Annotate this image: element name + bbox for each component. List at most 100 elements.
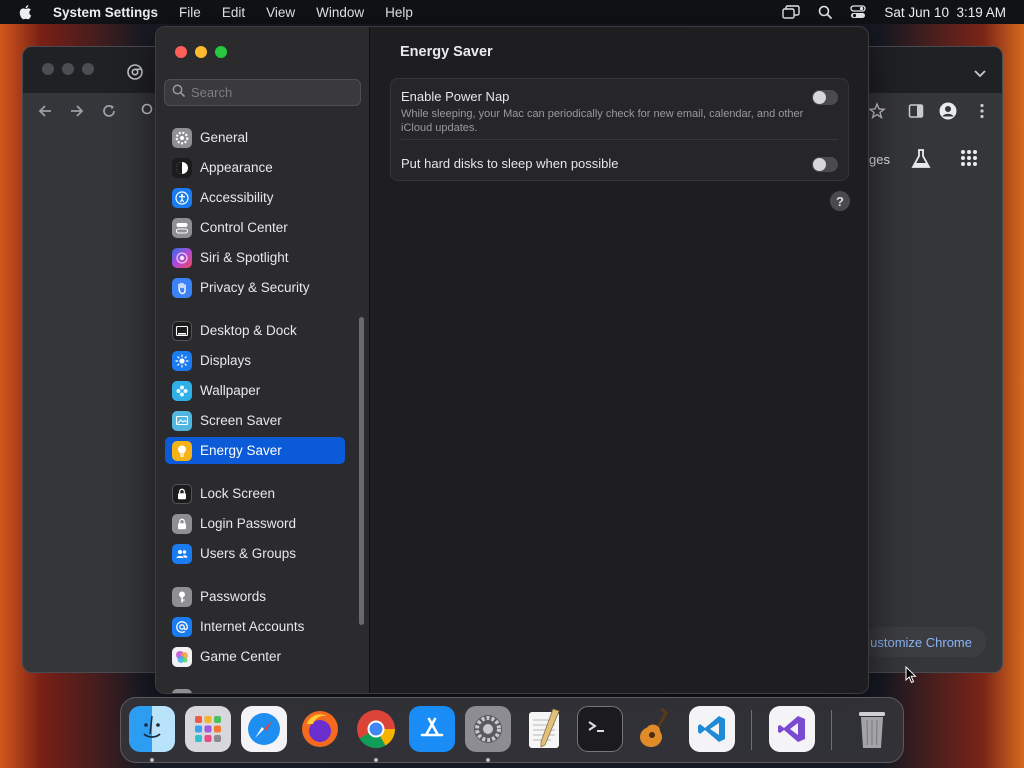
at-icon bbox=[172, 616, 192, 637]
search-icon bbox=[172, 84, 185, 102]
sidebar-item-label: Displays bbox=[200, 353, 252, 368]
firefox-icon[interactable] bbox=[297, 706, 343, 752]
sun-icon bbox=[172, 350, 192, 371]
menu-clock[interactable]: Sat Jun 10 3:19 AM bbox=[884, 5, 1006, 20]
system-settings-icon[interactable] bbox=[465, 706, 511, 752]
screen-saver-icon bbox=[172, 410, 192, 431]
chrome-close-button[interactable] bbox=[42, 63, 54, 75]
sidebar-item-accessibility[interactable]: Accessibility bbox=[165, 184, 345, 211]
vscode-icon[interactable] bbox=[689, 706, 735, 752]
sidebar-item-label: Game Center bbox=[200, 649, 282, 664]
sidebar-item-game-center[interactable]: Game Center bbox=[165, 643, 345, 670]
sidebar-scrollbar[interactable] bbox=[359, 317, 364, 625]
menu-bar: System Settings File Edit View Window He… bbox=[0, 0, 1024, 24]
sidebar-item-energy-saver[interactable]: Energy Saver bbox=[165, 437, 345, 464]
power-nap-title: Enable Power Nap bbox=[401, 89, 510, 104]
dock bbox=[120, 697, 904, 763]
sidebar-item-wallpaper[interactable]: Wallpaper bbox=[165, 377, 345, 404]
wallpaper-icon bbox=[172, 380, 192, 401]
energy-saver-pane: Energy Saver Enable Power Nap While slee… bbox=[370, 27, 868, 693]
sidebar-item-general[interactable]: General bbox=[165, 124, 345, 151]
sidebar-item-partial[interactable] bbox=[165, 685, 345, 693]
help-button[interactable]: ? bbox=[830, 191, 850, 211]
sidebar-item-users-groups[interactable]: Users & Groups bbox=[165, 540, 345, 567]
sidebar-item-appearance[interactable]: Appearance bbox=[165, 154, 345, 181]
garageband-icon[interactable] bbox=[633, 706, 679, 752]
spotlight-search-icon[interactable] bbox=[818, 5, 833, 19]
omnibox-search-icon[interactable] bbox=[141, 103, 155, 122]
safari-icon[interactable] bbox=[241, 706, 287, 752]
apple-menu-icon[interactable] bbox=[18, 4, 36, 20]
chrome-zoom-button[interactable] bbox=[82, 63, 94, 75]
close-button[interactable] bbox=[175, 46, 187, 58]
sidebar-item-screen-saver[interactable]: Screen Saver bbox=[165, 407, 345, 434]
sidebar-item-label: Users & Groups bbox=[200, 546, 297, 561]
launchpad-icon[interactable] bbox=[185, 706, 231, 752]
chevron-down-icon[interactable] bbox=[974, 65, 986, 83]
system-settings-window: General Appearance Accessibility Control… bbox=[155, 26, 869, 694]
menu-view[interactable]: View bbox=[266, 5, 295, 20]
search-field[interactable] bbox=[164, 79, 361, 106]
sidebar-item-label: Control Center bbox=[200, 220, 288, 235]
chrome-icon[interactable] bbox=[353, 706, 399, 752]
screen-mirroring-icon[interactable] bbox=[782, 5, 801, 19]
hand-icon bbox=[172, 277, 192, 298]
mouse-pointer-icon bbox=[905, 665, 917, 689]
power-nap-description: While sleeping, your Mac can periodicall… bbox=[401, 108, 804, 134]
customize-chrome-label: ustomize Chrome bbox=[870, 634, 972, 650]
lightbulb-icon bbox=[172, 440, 192, 461]
sidebar-item-siri-spotlight[interactable]: Siri & Spotlight bbox=[165, 244, 345, 271]
sidebar-item-passwords[interactable]: Passwords bbox=[165, 583, 345, 610]
menu-app-name[interactable]: System Settings bbox=[53, 5, 158, 20]
sidebar-item-label: Accessibility bbox=[200, 190, 274, 205]
sidebar-item-desktop-dock[interactable]: Desktop & Dock bbox=[165, 317, 345, 344]
appearance-icon bbox=[172, 157, 192, 178]
sidebar-item-label: General bbox=[200, 130, 249, 145]
trash-icon[interactable] bbox=[849, 706, 895, 752]
gear-icon bbox=[172, 127, 192, 148]
search-input[interactable] bbox=[191, 85, 351, 100]
bookmark-star-icon[interactable] bbox=[868, 102, 886, 120]
reload-icon[interactable] bbox=[101, 103, 117, 119]
sidebar-item-login-password[interactable]: Login Password bbox=[165, 510, 345, 537]
sidebar-item-lock-screen[interactable]: Lock Screen bbox=[165, 480, 345, 507]
forward-arrow-icon[interactable] bbox=[69, 103, 85, 119]
running-indicator bbox=[486, 758, 490, 762]
power-nap-toggle[interactable] bbox=[812, 90, 838, 105]
control-center-icon[interactable] bbox=[850, 5, 867, 19]
back-arrow-icon[interactable] bbox=[37, 103, 53, 119]
app-store-icon[interactable] bbox=[409, 706, 455, 752]
textedit-icon[interactable] bbox=[521, 706, 567, 752]
labs-flask-icon[interactable] bbox=[910, 148, 932, 175]
settings-group: Enable Power Nap While sleeping, your Ma… bbox=[390, 78, 849, 181]
settings-sidebar: General Appearance Accessibility Control… bbox=[156, 27, 370, 693]
hard-disk-sleep-toggle[interactable] bbox=[812, 157, 838, 172]
zoom-button[interactable] bbox=[215, 46, 227, 58]
menu-window[interactable]: Window bbox=[316, 5, 364, 20]
menu-file[interactable]: File bbox=[179, 5, 201, 20]
dock-icon bbox=[172, 320, 192, 341]
menu-help[interactable]: Help bbox=[385, 5, 413, 20]
sidebar-item-privacy-security[interactable]: Privacy & Security bbox=[165, 274, 345, 301]
finder-icon[interactable] bbox=[129, 706, 175, 752]
customize-chrome-button[interactable]: ustomize Chrome bbox=[863, 627, 986, 657]
sidebar-item-label: Lock Screen bbox=[200, 486, 276, 501]
google-apps-grid-icon[interactable] bbox=[960, 149, 978, 172]
menu-edit[interactable]: Edit bbox=[222, 5, 245, 20]
terminal-icon[interactable] bbox=[577, 706, 623, 752]
siri-icon bbox=[172, 247, 192, 268]
sidebar-item-label: Wallpaper bbox=[200, 383, 261, 398]
google-images-link[interactable]: ges bbox=[869, 152, 890, 167]
sidebar-item-internet-accounts[interactable]: Internet Accounts bbox=[165, 613, 345, 640]
profile-avatar-icon[interactable] bbox=[939, 102, 957, 120]
sidebar-item-control-center[interactable]: Control Center bbox=[165, 214, 345, 241]
sidebar-item-displays[interactable]: Displays bbox=[165, 347, 345, 374]
running-indicator bbox=[374, 758, 378, 762]
sidebar-item-label: Desktop & Dock bbox=[200, 323, 297, 338]
chrome-minimize-button[interactable] bbox=[62, 63, 74, 75]
side-panel-icon[interactable] bbox=[907, 102, 925, 120]
sidebar-item-label: Siri & Spotlight bbox=[200, 250, 289, 265]
visual-studio-icon[interactable] bbox=[769, 706, 815, 752]
more-menu-icon[interactable] bbox=[973, 102, 991, 120]
minimize-button[interactable] bbox=[195, 46, 207, 58]
